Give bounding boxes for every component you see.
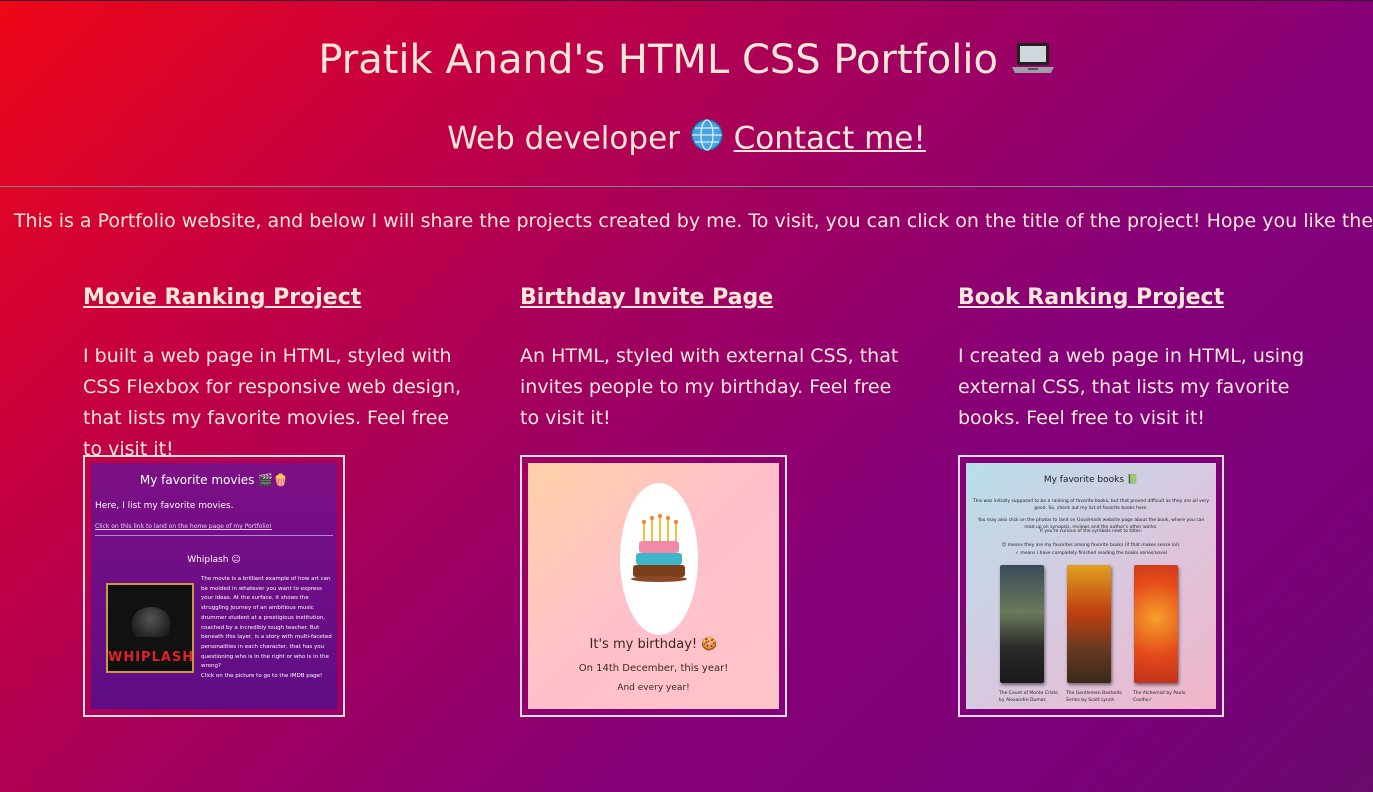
favorite-icon: 😊 xyxy=(1001,543,1007,548)
thumb-movie-title: Whiplash 😐 xyxy=(187,555,241,565)
intro-text: This is a Portfolio website, and below I… xyxy=(13,210,1373,232)
birthday-date: On 14th December, this year! xyxy=(578,663,729,674)
project-description: I created a web page in HTML, using exte… xyxy=(958,345,1305,429)
project-title: Movie Ranking Project xyxy=(83,285,483,310)
birthday-note: And every year! xyxy=(617,683,690,693)
page-subtitle: Web developer Contact me! xyxy=(0,118,1373,162)
whiplash-poster: WHIPLASH xyxy=(106,583,194,673)
book-caption: The Gentlemen Bastards Series by Scott L… xyxy=(1066,691,1122,703)
face-icon: 😐 xyxy=(231,555,241,565)
project-title: Book Ranking Project xyxy=(958,285,1358,310)
book-cover-alchemist xyxy=(1134,565,1178,683)
page-title-text: Pratik Anand's HTML CSS Portfolio xyxy=(318,37,998,83)
thumb-divider xyxy=(95,535,333,536)
project-description: I built a web page in HTML, styled with … xyxy=(83,345,462,460)
project-title: Birthday Invite Page xyxy=(520,285,920,310)
book-caption: The Count of Monte Cristo by Alexandre D… xyxy=(999,691,1058,703)
page-header: Pratik Anand's HTML CSS Portfolio Web de… xyxy=(0,0,1373,187)
books-intro: This was initially supposed to be a rank… xyxy=(972,499,1210,511)
thumb-heading: My favorite movies 🎬🍿 xyxy=(139,473,289,487)
clapper-icon: 🎬🍿 xyxy=(258,473,289,487)
laptop-icon xyxy=(1011,38,1055,86)
contact-link[interactable]: Contact me! xyxy=(734,121,926,157)
birthday-heading: It's my birthday! 🍪 xyxy=(589,637,718,652)
drum-kit-image xyxy=(132,607,170,637)
project-link-books[interactable]: Book Ranking Project xyxy=(958,285,1224,310)
book-cover-gentlemen-bastards xyxy=(1067,565,1111,683)
cookie-icon: 🍪 xyxy=(701,637,718,652)
project-thumbnail-birthday[interactable]: It's my birthday! 🍪 On 14th December, th… xyxy=(520,455,787,717)
project-card-books: Book Ranking Project I created a web pag… xyxy=(958,285,1358,717)
globe-icon xyxy=(690,118,724,162)
thumb-home-link: Click on this link to land on the home p… xyxy=(95,523,272,530)
poster-title: WHIPLASH xyxy=(108,650,195,665)
project-card-movie: Movie Ranking Project I built a web page… xyxy=(83,285,483,717)
project-link-movie[interactable]: Movie Ranking Project xyxy=(83,285,361,310)
project-thumbnail-movie[interactable]: My favorite movies 🎬🍿 Here, I list my fa… xyxy=(83,455,345,717)
header-divider xyxy=(0,186,1373,187)
project-card-birthday: Birthday Invite Page An HTML, styled wit… xyxy=(520,285,920,717)
thumb-movie-description: The movie is a brilliant example of how … xyxy=(201,576,332,680)
project-description: An HTML, styled with external CSS, that … xyxy=(520,345,899,429)
cake-icon xyxy=(631,514,687,582)
project-link-birthday[interactable]: Birthday Invite Page xyxy=(520,285,773,310)
book-caption: The Alchemist by Paulo Coelho✓ xyxy=(1133,691,1186,703)
project-thumbnail-books[interactable]: My favorite books 📗 This was initially s… xyxy=(958,455,1224,717)
book-icon: 📗 xyxy=(1126,475,1139,485)
page-title: Pratik Anand's HTML CSS Portfolio xyxy=(0,36,1373,86)
books-heading: My favorite books 📗 xyxy=(1043,475,1139,485)
books-symbol-note: If you're curious of the symbols next to… xyxy=(1039,529,1143,534)
subtitle-text: Web developer xyxy=(447,120,680,157)
books-favorite-note: 😊 means they are my favorites among favo… xyxy=(1001,543,1181,548)
books-finished-note: ✓ means I have completely finished readi… xyxy=(1015,551,1167,556)
book-cover-monte-cristo xyxy=(1000,565,1044,683)
thumb-subheading: Here, I list my favorite movies. xyxy=(95,501,234,511)
